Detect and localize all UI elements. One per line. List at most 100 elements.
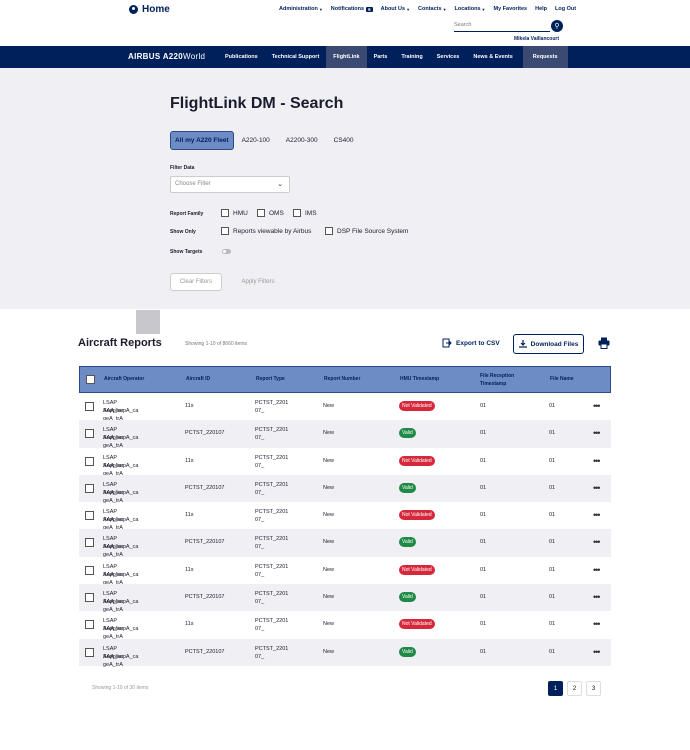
oms-checkbox[interactable] (257, 209, 265, 217)
col-report-number[interactable]: Report Number (324, 376, 360, 382)
table-row[interactable]: LSAP Supplier AAA_sapA_ca geA_trA PCTST_22… (79, 420, 611, 449)
option-dsp-file-source[interactable]: DSP File Source System (325, 227, 408, 235)
dsp-file-source-checkbox[interactable] (325, 227, 333, 235)
option-oms[interactable]: OMS (257, 209, 284, 217)
status-badge: Valid (399, 537, 416, 548)
row-checkbox[interactable] (85, 456, 94, 466)
row-checkbox[interactable] (85, 538, 94, 548)
show-targets-toggle[interactable] (222, 249, 231, 254)
hmu-checkbox[interactable] (221, 209, 229, 217)
row-checkbox[interactable] (85, 565, 94, 575)
download-files-button[interactable]: Download Files (513, 334, 584, 354)
page-1-button[interactable]: 1 (548, 681, 563, 696)
table-row[interactable]: LSAP Supplier AAA_sapA_ca geA_trA 11s PCTST… (79, 448, 611, 477)
reports-table: Aircraft Operator Aircraft ID Report Typ… (79, 366, 611, 668)
row-menu-icon[interactable]: ••• (593, 456, 601, 466)
filter-data-select[interactable]: Choose Filter ⌄ (170, 176, 290, 193)
row-checkbox[interactable] (85, 620, 94, 630)
table-row[interactable]: LSAP Supplier AAA_sapA_ca geA_trA 11s PCTST… (79, 393, 611, 422)
print-icon[interactable] (598, 337, 610, 349)
download-icon (518, 340, 527, 348)
status-badge: Valid (399, 482, 416, 493)
tab-all-fleet[interactable]: All my A220 Fleet (170, 131, 234, 150)
col-file-reception[interactable]: File Reception Timestamp (480, 372, 528, 388)
col-file-name[interactable]: File Name (550, 376, 574, 382)
tab-a220-100[interactable]: A220-100 (234, 133, 278, 148)
clear-filters-button[interactable]: Clear Filters (170, 273, 222, 291)
page-2-button[interactable]: 2 (567, 681, 582, 696)
items-count-top: Showing 1-10 of 8660 items (185, 341, 247, 347)
search-button[interactable]: ⚲ (551, 20, 563, 32)
row-menu-icon[interactable]: ••• (593, 510, 601, 520)
nav-parts[interactable]: Parts (367, 46, 395, 68)
tab-a2200-300[interactable]: A2200-300 (278, 133, 326, 148)
table-row[interactable]: LSAP Supplier AAA_sapA_ca geA_trA PCTST_22… (79, 529, 611, 558)
row-menu-icon[interactable]: ••• (593, 537, 601, 547)
col-aircraft-id[interactable]: Aircraft ID (186, 376, 210, 382)
ims-checkbox[interactable] (293, 209, 301, 217)
option-ims[interactable]: IMS (293, 209, 317, 217)
export-csv-button[interactable]: Export to CSV (442, 338, 500, 348)
top-nav-help[interactable]: Help (535, 6, 547, 12)
row-checkbox[interactable] (85, 593, 94, 603)
row-menu-icon[interactable]: ••• (593, 647, 601, 657)
top-nav-notifications[interactable]: Notifications 6 (331, 6, 373, 12)
row-menu-icon[interactable]: ••• (593, 401, 601, 411)
top-nav-logout[interactable]: Log Out (555, 6, 576, 12)
cell-report-number: New (323, 566, 335, 573)
brand-logo[interactable]: AIRBUS A220World (128, 52, 205, 61)
row-menu-icon[interactable]: ••• (593, 428, 601, 438)
top-nav-label: Locations (454, 6, 481, 12)
apply-filters-button[interactable]: Apply Filters (232, 273, 284, 291)
nav-requests[interactable]: Requests (522, 46, 568, 68)
page-3-button[interactable]: 3 (586, 681, 601, 696)
table-row[interactable]: LSAP Supplier AAA_sapA_ca geA_trA 11s PCTST… (79, 557, 611, 586)
tab-cs400[interactable]: CS400 (326, 133, 362, 148)
cell-aircraft-id: 11s (185, 566, 194, 573)
viewable-by-airbus-checkbox[interactable] (221, 227, 229, 235)
cell-aircraft-id: PCTST_220107 (185, 594, 225, 601)
table-row[interactable]: LSAP Supplier AAA_sapA_ca geA_trA PCTST_22… (79, 584, 611, 613)
report-type-line: PCTST_2201 (255, 618, 289, 625)
table-row[interactable]: LSAP Supplier AAA_sapA_ca geA_trA 11s PCTST… (79, 502, 611, 531)
select-all-checkbox[interactable] (86, 375, 95, 384)
table-row[interactable]: LSAP Supplier AAA_sapA_ca geA_trA PCTST_22… (79, 638, 611, 668)
row-menu-icon[interactable]: ••• (593, 565, 601, 575)
col-hmu-timestamp[interactable]: HMU Timestamp (400, 376, 439, 382)
table-row[interactable]: LSAP Supplier AAA_sapA_ca geA_trA PCTST_22… (79, 474, 611, 504)
option-viewable-by-airbus[interactable]: Reports viewable by Airbus (221, 227, 311, 235)
row-checkbox[interactable] (85, 483, 94, 493)
top-nav-administration[interactable]: Administration ▼ (279, 6, 323, 12)
nav-technical-support[interactable]: Technical Support (265, 46, 327, 68)
col-aircraft-operator[interactable]: Aircraft Operator (104, 376, 144, 382)
brand-suffix: World (183, 52, 206, 61)
row-menu-icon[interactable]: ••• (593, 592, 601, 602)
row-menu-icon[interactable]: ••• (593, 619, 601, 629)
row-checkbox[interactable] (85, 511, 94, 521)
nav-training[interactable]: Training (394, 46, 429, 68)
table-row[interactable]: LSAP Supplier AAA_sapA_ca geA_trA 11s PCTST… (79, 611, 611, 640)
row-checkbox[interactable] (85, 402, 94, 411)
cell-reception: 01 (480, 648, 487, 655)
status-badge: Not Validated (399, 401, 435, 411)
nav-flightlink[interactable]: FlightLink (326, 46, 367, 68)
row-checkbox[interactable] (85, 429, 94, 439)
cell-report-number: New (323, 539, 335, 546)
home-link[interactable]: Home (129, 4, 170, 15)
status-badge: Not Validated (399, 510, 435, 521)
nav-services[interactable]: Services (430, 46, 467, 68)
top-nav-contacts[interactable]: Contacts ▼ (418, 6, 447, 12)
top-nav-about-us[interactable]: About Us ▼ (381, 6, 410, 12)
option-label: IMS (305, 209, 317, 217)
top-nav-favorites[interactable]: My Favorites (493, 6, 527, 12)
top-nav-locations[interactable]: Locations ▼ (455, 6, 486, 12)
nav-publications[interactable]: Publications (218, 46, 265, 68)
nav-news-events[interactable]: News & Events (466, 46, 519, 68)
report-type-line: 07_ (255, 408, 265, 414)
option-label: OMS (269, 209, 284, 217)
col-report-type[interactable]: Report Type (256, 376, 285, 382)
option-hmu[interactable]: HMU (221, 209, 248, 217)
row-menu-icon[interactable]: ••• (593, 483, 601, 493)
row-checkbox[interactable] (85, 647, 94, 657)
search-input[interactable]: Search (454, 22, 550, 32)
